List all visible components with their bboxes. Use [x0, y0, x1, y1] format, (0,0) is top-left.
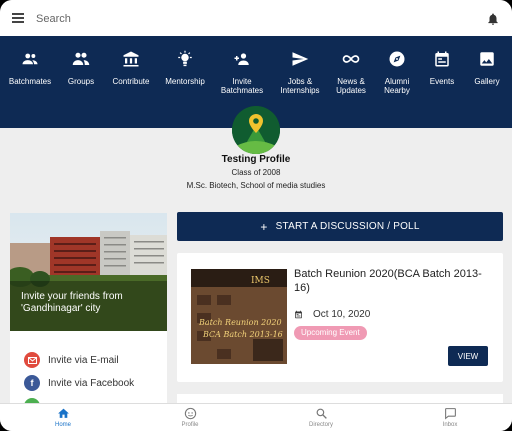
nav-label: Contribute	[112, 77, 150, 86]
invite-email-label: Invite via E-mail	[48, 354, 119, 366]
event-card[interactable]: IMS Batch Reunion 2020 BCA Batch 2013-16…	[177, 253, 503, 382]
nav-item-mentorship[interactable]: Mentorship	[155, 50, 215, 86]
contribute-icon	[123, 51, 139, 67]
search-input[interactable]	[36, 10, 436, 28]
invite-batchmates-icon	[234, 53, 249, 65]
hamburger-menu-icon[interactable]	[12, 13, 24, 23]
event-date-row: Oct 10, 2020	[294, 309, 370, 320]
jobs-internships-icon	[292, 52, 309, 66]
bottom-nav-directory[interactable]: Directory	[281, 407, 361, 428]
bottom-nav-label: Directory	[308, 422, 333, 428]
event-date: Oct 10, 2020	[313, 309, 371, 320]
view-button[interactable]: VIEW	[448, 346, 488, 366]
app-window: Batchmates Groups Contribute Mentorship …	[0, 0, 512, 431]
status-badge: Upcoming Event	[294, 326, 367, 340]
invite-city-text: Invite your friends from 'Gandhinagar' c…	[21, 291, 123, 314]
campus-image: Invite your friends from 'Gandhinagar' c…	[10, 213, 167, 331]
plus-icon: +	[260, 219, 268, 234]
news-updates-icon	[342, 55, 360, 63]
facebook-icon: f	[24, 375, 40, 391]
start-discussion-button[interactable]: + START A DISCUSSION / POLL	[177, 212, 503, 241]
invite-email-row[interactable]: Invite via E-mail	[24, 351, 119, 369]
profile-class: Class of 2008	[231, 168, 281, 177]
event-image-logo: IMS	[251, 276, 270, 286]
profile-icon	[184, 407, 196, 420]
invite-facebook-label: Invite via Facebook	[48, 377, 135, 389]
bottom-nav-label: Inbox	[442, 422, 458, 428]
profile-degree: M.Sc. Biotech, School of media studies	[186, 181, 326, 190]
bottom-nav-label: Profile	[181, 422, 199, 428]
bottom-nav-home[interactable]: Home	[23, 407, 103, 428]
profile-summary: Testing Profile Class of 2008 M.Sc. Biot…	[0, 106, 512, 198]
profile-name: Testing Profile	[221, 154, 291, 165]
alumni-nearby-icon	[389, 51, 405, 67]
nav-label: Gallery	[474, 77, 500, 86]
event-image: IMS Batch Reunion 2020 BCA Batch 2013-16	[191, 269, 287, 364]
inbox-icon	[444, 408, 456, 420]
top-bar	[0, 0, 512, 36]
calendar-icon	[295, 310, 302, 319]
event-image-line2: BCA Batch 2013-16	[202, 330, 283, 339]
home-icon	[57, 408, 69, 418]
batchmates-icon	[22, 53, 38, 65]
invite-friends-card: Invite your friends from 'Gandhinagar' c…	[10, 213, 167, 403]
mentorship-icon	[178, 50, 192, 67]
groups-icon	[72, 52, 90, 65]
bottom-nav: Home Profile Directory Inbox	[0, 403, 512, 431]
nav-item-contribute[interactable]: Contribute	[101, 50, 161, 86]
bell-icon[interactable]	[486, 12, 500, 26]
invite-facebook-row[interactable]: f Invite via Facebook	[24, 374, 134, 392]
directory-icon	[316, 408, 327, 419]
nav-item-gallery[interactable]: Gallery	[457, 50, 512, 86]
events-icon	[435, 51, 449, 67]
bottom-nav-inbox[interactable]: Inbox	[410, 407, 490, 428]
bottom-nav-label: Home	[54, 422, 71, 428]
start-discussion-label: START A DISCUSSION / POLL	[275, 221, 420, 232]
email-icon	[24, 352, 40, 368]
event-title[interactable]: Batch Reunion 2020(BCA Batch 2013-16)	[294, 267, 494, 295]
nav-item-invite-batchmates[interactable]: Invite Batchmates	[212, 50, 272, 95]
nav-label: Invite Batchmates	[220, 77, 264, 95]
event-image-line1: Batch Reunion 2020	[198, 318, 282, 327]
nav-label: Mentorship	[165, 77, 205, 86]
gallery-icon	[480, 52, 494, 66]
bottom-nav-profile[interactable]: Profile	[150, 407, 230, 428]
avatar[interactable]	[232, 106, 280, 154]
